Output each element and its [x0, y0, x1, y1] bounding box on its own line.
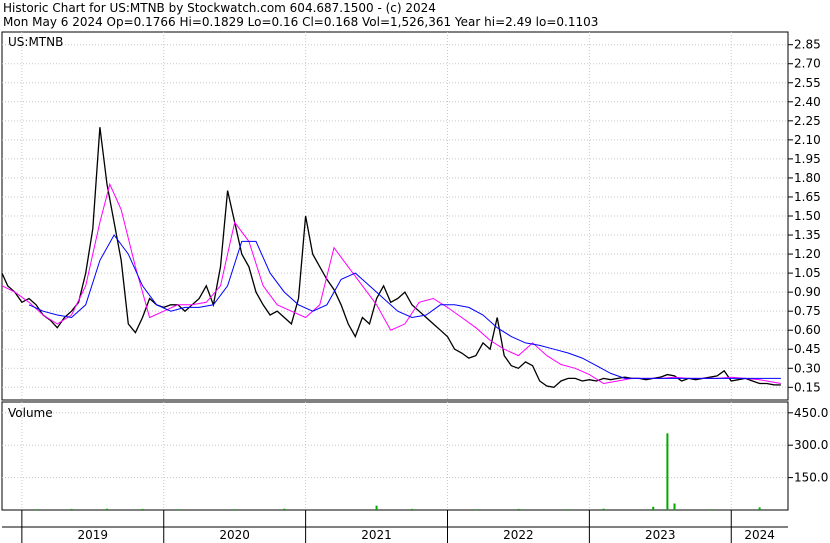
year-label: 2024 [744, 528, 775, 542]
volume-y-axis: 450.0 300.0 150.0 [788, 406, 828, 485]
price-tick-label: 2.40 [794, 95, 821, 109]
price-tick-label: 2.10 [794, 133, 821, 147]
price-tick-label: 1.65 [794, 190, 821, 204]
volume-bar [233, 509, 236, 511]
volume-panel: 450.0 300.0 150.0 Volume [1, 401, 828, 511]
volume-bar [105, 508, 108, 510]
volume-bar [141, 508, 144, 510]
price-y-axis: 2.85 2.70 2.55 2.40 2.25 2.10 1.95 1.80 1.65 1.50… [788, 38, 821, 394]
price-tick-label: 1.35 [794, 228, 821, 242]
volume-bar [758, 507, 761, 510]
volume-bar [35, 509, 38, 511]
volume-tick-label: 300.0 [794, 438, 828, 452]
price-tick-label: 1.80 [794, 171, 821, 185]
volume-bar [517, 508, 520, 510]
year-label: 2020 [219, 528, 250, 542]
price-tick-label: 1.50 [794, 209, 821, 223]
year-label: 2022 [503, 528, 534, 542]
price-tick-label: 1.20 [794, 247, 821, 261]
price-tick-label: 0.60 [794, 323, 821, 337]
time-axis: 2019 2020 2021 2022 2023 2024 [2, 510, 788, 543]
year-label: 2019 [78, 528, 109, 542]
price-tick-label: 2.85 [794, 38, 821, 52]
year-label: 2021 [361, 528, 392, 542]
volume-bar [652, 506, 655, 510]
price-tick-label: 2.55 [794, 76, 821, 90]
year-label: 2023 [645, 528, 676, 542]
volume-bar [70, 508, 73, 510]
volume-tick-label: 150.0 [794, 471, 828, 485]
price-tick-label: 2.70 [794, 57, 821, 71]
volume-panel-frame [1, 401, 789, 511]
volume-bar [708, 509, 711, 511]
volume-bar [283, 508, 286, 510]
price-tick-label: 0.15 [794, 380, 821, 394]
volume-chart-title: Volume [8, 406, 53, 420]
price-panel: 2.85 2.70 2.55 2.40 2.25 2.10 1.95 1.80 1.65 1.50… [1, 31, 821, 401]
price-tick-label: 2.25 [794, 114, 821, 128]
volume-bar [411, 508, 414, 510]
price-tick-label: 0.45 [794, 342, 821, 356]
volume-bar [567, 509, 570, 511]
stock-chart: 2.85 2.70 2.55 2.40 2.25 2.10 1.95 1.80 1.65 1.50… [1, 31, 828, 543]
price-tick-label: 0.30 [794, 361, 821, 375]
price-tick-label: 1.95 [794, 152, 821, 166]
volume-bar [673, 503, 676, 510]
price-chart-title: US:MTNB [8, 35, 63, 49]
volume-bar [474, 509, 477, 511]
volume-bar [375, 505, 378, 510]
volume-bar [602, 508, 605, 510]
price-tick-label: 1.05 [794, 266, 821, 280]
volume-bar [666, 433, 669, 510]
price-tick-label: 0.75 [794, 304, 821, 318]
volume-tick-label: 450.0 [794, 406, 828, 420]
volume-bar [176, 509, 179, 511]
price-tick-label: 0.90 [794, 285, 821, 299]
